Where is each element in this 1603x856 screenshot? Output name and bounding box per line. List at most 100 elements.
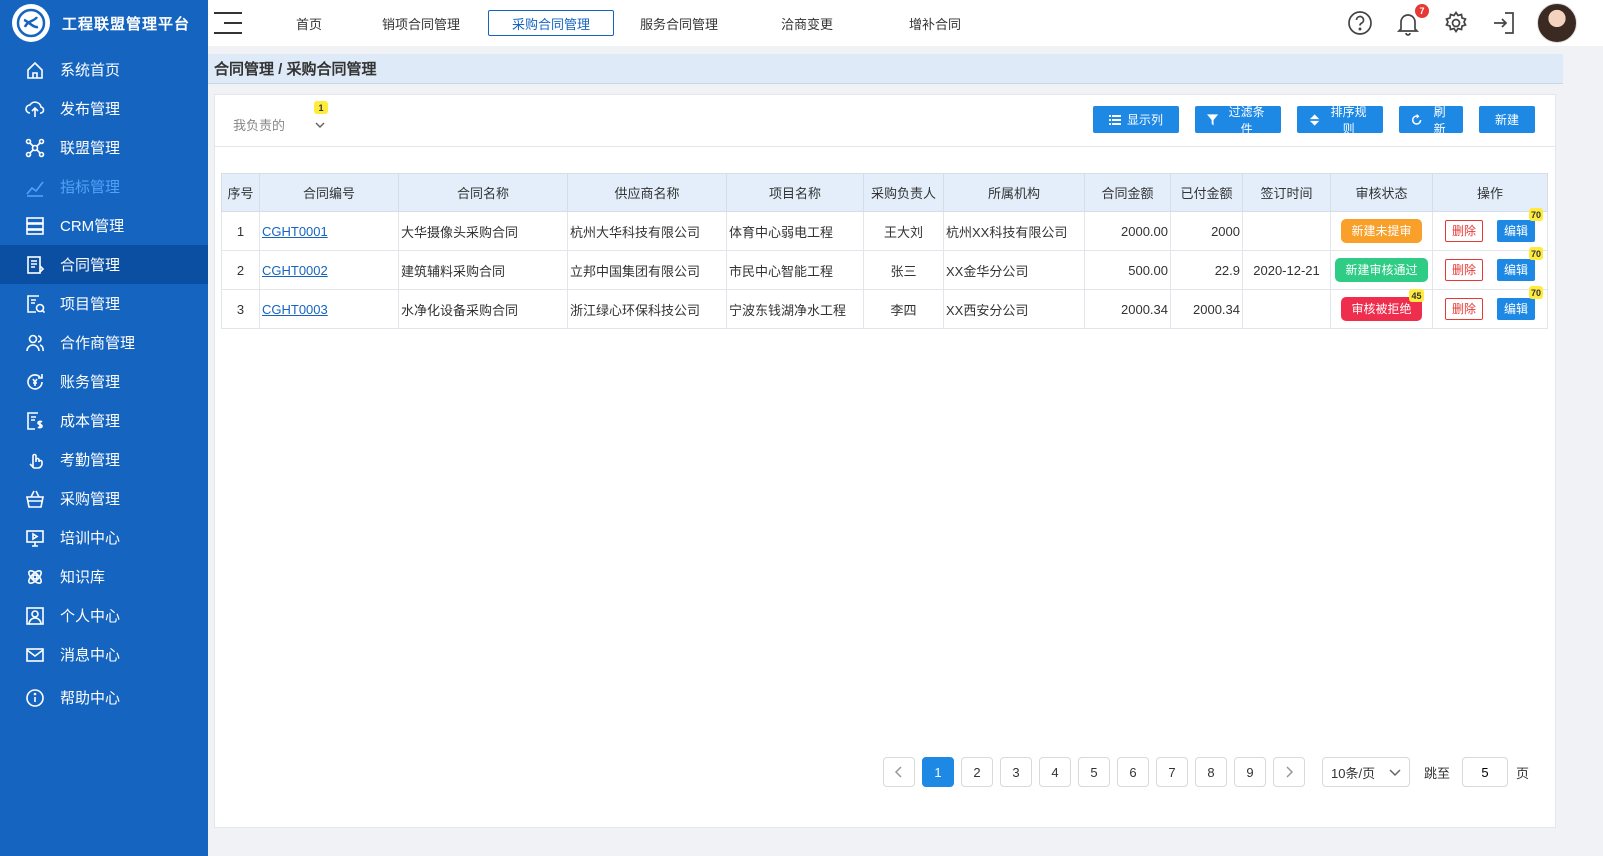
column-header: 供应商名称 <box>567 173 727 212</box>
sidebar-item-user[interactable]: 个人中心 <box>0 596 208 635</box>
edit-button[interactable]: 编辑 70 <box>1497 286 1544 320</box>
page-button[interactable]: 1 <box>922 757 954 787</box>
notification-bell-icon[interactable]: 7 <box>1393 4 1429 38</box>
delete-button[interactable]: 删除 <box>1444 220 1483 242</box>
sidebar-item-knowledge[interactable]: 知识库 <box>0 557 208 596</box>
organization: 杭州XX科技有限公司 <box>943 211 1085 251</box>
chevron-down-icon[interactable] <box>315 118 325 129</box>
contract-code-link[interactable]: CGHT0003 <box>262 302 328 317</box>
sidebar-item-training[interactable]: 培训中心 <box>0 518 208 557</box>
sidebar-item-contract[interactable]: 合同管理 <box>0 245 208 284</box>
page-size-select[interactable]: 10条/页 <box>1322 757 1410 787</box>
paid-amount: 2000.34 <box>1170 289 1243 329</box>
project-name: 市民中心智能工程 <box>726 250 864 290</box>
jump-page-input[interactable] <box>1462 757 1509 787</box>
refresh-icon <box>1411 113 1422 125</box>
home-icon <box>24 59 46 81</box>
edit-button[interactable]: 编辑 70 <box>1497 247 1544 281</box>
organization: XX西安分公司 <box>943 289 1085 329</box>
edit-button[interactable]: 编辑 70 <box>1497 208 1544 242</box>
sidebar-item-message[interactable]: 消息中心 <box>0 635 208 674</box>
user-avatar[interactable] <box>1537 3 1577 43</box>
page-button[interactable]: 8 <box>1195 757 1227 787</box>
server-icon <box>24 215 46 237</box>
sidebar-item-project[interactable]: 项目管理 <box>0 284 208 323</box>
refresh-button[interactable]: 刷新 <box>1399 105 1463 136</box>
sidebar-item-label: 联盟管理 <box>60 140 121 157</box>
table-row: 1 CGHT0001 大华摄像头采购合同 杭州大华科技有限公司 体育中心弱电工程 王大刘杭… <box>221 208 1548 251</box>
breadcrumb: 合同管理 / 采购合同管理 <box>208 54 1563 84</box>
owner-filter-dropdown[interactable]: 我负责的 <box>233 115 285 134</box>
contract-code-link[interactable]: CGHT0001 <box>262 224 328 239</box>
prev-page-button[interactable] <box>883 757 915 787</box>
table-body: 1 CGHT0001 大华摄像头采购合同 杭州大华科技有限公司 体育中心弱电工程 王大刘杭… <box>221 208 1548 329</box>
contract-table-wrapper: 序号 合同编号 合同名称 供应商名称 项目名称 采购负责人 所属机构 合同金额 已付金额 签订时间… <box>221 173 1548 329</box>
contract-amount: 2000.34 <box>1084 289 1171 329</box>
sidebar-item-partners[interactable]: 合作商管理 <box>0 323 208 362</box>
show-columns-button[interactable]: 显示列 <box>1093 106 1179 133</box>
page-button[interactable]: 7 <box>1156 757 1188 787</box>
sidebar-item-label: 考勤管理 <box>60 452 121 469</box>
page-button[interactable]: 3 <box>1000 757 1032 787</box>
contract-code-link[interactable]: CGHT0002 <box>262 263 328 278</box>
create-button[interactable]: 新建 <box>1479 106 1535 133</box>
sidebar-item-label: 合同管理 <box>60 257 121 274</box>
tab-5[interactable]: 增补合同 <box>872 10 998 36</box>
tab-1[interactable]: 销项合同管理 <box>356 10 486 36</box>
sidebar-item-finance[interactable]: 账务管理 <box>0 362 208 401</box>
filter-conditions-button[interactable]: 过滤条件 <box>1195 105 1281 136</box>
create-label: 新建 <box>1494 113 1519 127</box>
status-badge: 新建审核通过 <box>1335 258 1428 282</box>
delete-button[interactable]: 删除 <box>1444 298 1483 320</box>
sidebar-item-network[interactable]: 联盟管理 <box>0 128 208 167</box>
sidebar-item-server[interactable]: CRM管理 <box>0 206 208 245</box>
tab-2[interactable]: 采购合同管理 <box>488 10 614 36</box>
sidebar-item-upload[interactable]: 发布管理 <box>0 89 208 128</box>
column-header: 项目名称 <box>726 173 864 212</box>
purchase-owner: 李四 <box>863 289 944 329</box>
owner-filter-badge: 1 <box>314 101 328 114</box>
sidebar-item-label: 发布管理 <box>60 101 121 118</box>
sidebar-item-attendance[interactable]: 考勤管理 <box>0 440 208 479</box>
sign-date <box>1242 211 1331 251</box>
sidebar-item-info[interactable]: 帮助中心 <box>0 678 208 717</box>
page-button[interactable]: 5 <box>1078 757 1110 787</box>
page-button[interactable]: 9 <box>1234 757 1266 787</box>
sidebar-item-label: 项目管理 <box>60 296 121 313</box>
status-count-badge: 45 <box>1409 289 1424 302</box>
knowledge-icon <box>24 566 46 588</box>
paid-amount: 22.9 <box>1170 250 1243 290</box>
table-row: 2 CGHT0002 建筑辅料采购合同 立邦中国集团有限公司 市民中心智能工程 张三 XX金… <box>221 247 1548 290</box>
column-header: 采购负责人 <box>863 173 944 212</box>
sort-icon <box>1309 113 1320 126</box>
help-icon[interactable] <box>1345 8 1375 38</box>
upload-icon <box>24 98 46 120</box>
sidebar-item-chart-line[interactable]: 指标管理 <box>0 167 208 206</box>
project-name: 宁波东钱湖净水工程 <box>726 289 864 329</box>
page-button[interactable]: 6 <box>1117 757 1149 787</box>
page-button[interactable]: 2 <box>961 757 993 787</box>
logout-icon[interactable] <box>1489 8 1519 38</box>
settings-gear-icon[interactable] <box>1441 8 1471 38</box>
page-numbers: 123456789 <box>922 757 1273 787</box>
delete-button[interactable]: 删除 <box>1444 259 1483 281</box>
edit-label: 编辑 <box>1504 263 1529 277</box>
tab-4[interactable]: 洽商变更 <box>744 10 870 36</box>
column-header: 合同编号 <box>259 173 399 212</box>
app-logo-icon <box>12 4 50 42</box>
sidebar-item-label: 系统首页 <box>60 62 121 79</box>
page-button[interactable]: 4 <box>1039 757 1071 787</box>
sort-rules-button[interactable]: 排序规则 <box>1297 105 1383 136</box>
next-page-button[interactable] <box>1273 757 1305 787</box>
sidebar-item-label: 合作商管理 <box>60 335 136 352</box>
sidebar-item-basket[interactable]: 采购管理 <box>0 479 208 518</box>
sidebar-item-home[interactable]: 系统首页 <box>0 50 208 89</box>
funnel-icon <box>1207 113 1219 126</box>
menu-toggle-icon[interactable] <box>214 12 242 34</box>
tab-0[interactable]: 首页 <box>264 10 354 36</box>
cost-icon <box>24 410 46 432</box>
contract-icon <box>24 254 46 276</box>
edit-label: 编辑 <box>1504 302 1529 316</box>
tab-3[interactable]: 服务合同管理 <box>616 10 742 36</box>
sidebar-item-cost[interactable]: 成本管理 <box>0 401 208 440</box>
